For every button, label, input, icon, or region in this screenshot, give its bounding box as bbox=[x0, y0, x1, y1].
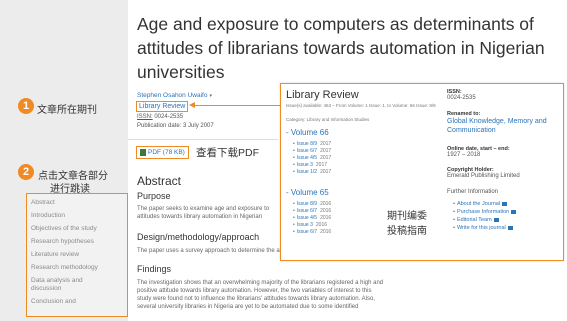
issue-label[interactable]: Issue 6/7 bbox=[297, 208, 317, 214]
issue-label[interactable]: Issue 6/7 bbox=[297, 229, 317, 235]
divider bbox=[128, 139, 278, 140]
findings-text-1: The investigation shows that an overwhel… bbox=[137, 280, 384, 286]
nav-item-literature[interactable]: Literature review bbox=[31, 251, 79, 259]
external-link-icon bbox=[493, 217, 499, 222]
further-info-label: Further Information bbox=[447, 189, 499, 195]
popup-issn: ISSN: 0024-2535 bbox=[447, 89, 476, 101]
nav-item-data-analysis[interactable]: Data analysis and bbox=[31, 277, 83, 285]
purpose-text-1: The paper seeks to examine age and expos… bbox=[137, 206, 270, 212]
nav-item-hypotheses[interactable]: Research hypotheses bbox=[31, 238, 94, 246]
write-for-journal-link[interactable]: Write for this journal bbox=[453, 225, 513, 231]
publication-date: Publication date: 3 July 2007 bbox=[137, 123, 214, 129]
popup-renamed: Renamed to: Global Knowledge, Memory and… bbox=[447, 111, 559, 135]
external-link-icon bbox=[502, 201, 508, 206]
issue-label[interactable]: Issue 3 bbox=[297, 222, 313, 228]
section-nav: Abstract Introduction Objectives of the … bbox=[26, 193, 128, 317]
issue-year: 2016 bbox=[320, 229, 332, 235]
issue-year: 2016 bbox=[320, 201, 332, 207]
popup-category: Category: Library and Information Studie… bbox=[286, 117, 370, 122]
issue-link[interactable]: Issue 32016 bbox=[293, 222, 327, 229]
annotation-badge-2: 2 bbox=[18, 164, 34, 180]
annotation-editorial-line2: 投稿指南 bbox=[387, 226, 427, 237]
issn-label[interactable]: ISSN: bbox=[137, 114, 153, 120]
volume-66-toggle[interactable]: - Volume 66 bbox=[286, 128, 329, 137]
issue-link[interactable]: Issue 8/92017 bbox=[293, 141, 331, 148]
article-title: Age and exposure to computers as determi… bbox=[137, 14, 545, 82]
renamed-journal-link[interactable]: Global Knowledge, Memory and Communicati… bbox=[447, 117, 559, 135]
about-journal-label[interactable]: About the Journal bbox=[457, 201, 500, 207]
issue-label[interactable]: Issue 4/5 bbox=[297, 215, 317, 221]
pdf-label[interactable]: PDF (78 KB) bbox=[148, 149, 185, 156]
nav-item-methodology[interactable]: Research methodology bbox=[31, 264, 98, 272]
chevron-down-icon[interactable]: ▾ bbox=[209, 93, 212, 99]
popup-issn-value: 0024-2535 bbox=[447, 95, 476, 101]
annotation-badge-1: 1 bbox=[18, 98, 34, 114]
write-for-journal-label[interactable]: Write for this journal bbox=[457, 225, 506, 231]
nav-item-data-analysis-cont[interactable]: discussion bbox=[31, 285, 61, 293]
issue-link[interactable]: Issue 6/72017 bbox=[293, 148, 331, 155]
issue-year: 2017 bbox=[320, 155, 332, 161]
findings-text-3: study were found not to influence the li… bbox=[137, 296, 375, 302]
findings-text-4: several university libraries in Nigeria … bbox=[137, 304, 359, 310]
issue-label[interactable]: Issue 1/2 bbox=[297, 169, 317, 175]
nav-item-abstract[interactable]: Abstract bbox=[31, 199, 55, 207]
connector-line bbox=[194, 105, 280, 107]
editorial-team-label[interactable]: Editorial Team bbox=[457, 217, 492, 223]
issue-year: 2016 bbox=[315, 222, 328, 228]
author-name[interactable]: Stephen Osahon Uwaifo bbox=[137, 92, 207, 99]
issue-link[interactable]: Issue 6/72016 bbox=[293, 208, 331, 215]
issue-label[interactable]: Issue 3 bbox=[297, 162, 313, 168]
volume-65-toggle[interactable]: - Volume 65 bbox=[286, 188, 329, 197]
pdf-download-button[interactable]: PDF (78 KB) bbox=[136, 146, 189, 159]
editorial-team-link[interactable]: Editorial Team bbox=[453, 217, 499, 223]
nav-item-conclusion[interactable]: Conclusion and bbox=[31, 298, 76, 306]
annotation-editorial-line1: 期刊编委 bbox=[387, 211, 427, 222]
issue-link[interactable]: Issue 6/72016 bbox=[293, 229, 331, 236]
issue-link[interactable]: Issue 4/52016 bbox=[293, 215, 331, 222]
issue-link[interactable]: Issue 1/22017 bbox=[293, 169, 331, 176]
issue-year: 2016 bbox=[320, 215, 332, 221]
findings-heading: Findings bbox=[137, 264, 172, 274]
purpose-text-2: attitudes towards library automation in … bbox=[137, 214, 263, 220]
issue-label[interactable]: Issue 4/5 bbox=[297, 155, 317, 161]
issue-year: 2017 bbox=[320, 148, 332, 154]
issue-label[interactable]: Issue 8/9 bbox=[297, 141, 317, 147]
issue-link[interactable]: Issue 4/52017 bbox=[293, 155, 331, 162]
nav-item-introduction[interactable]: Introduction bbox=[31, 212, 65, 220]
journal-link[interactable]: Library Review bbox=[136, 101, 189, 112]
annotation-journal-label: 文章所在期刊 bbox=[37, 105, 97, 116]
issue-link[interactable]: Issue 8/92016 bbox=[293, 201, 331, 208]
popup-copyright: Copyright Holder: Emerald Publishing Lim… bbox=[447, 167, 520, 179]
issue-year: 2017 bbox=[320, 141, 332, 147]
copyright-value: Emerald Publishing Limited bbox=[447, 173, 520, 179]
pdf-icon bbox=[140, 148, 146, 156]
article-issn: ISSN: 0024-2535 bbox=[137, 113, 183, 121]
purchase-info-link[interactable]: Purchase Information bbox=[453, 209, 517, 215]
nav-item-objectives[interactable]: Objectives of the study bbox=[31, 225, 97, 233]
issue-year: 2017 bbox=[320, 169, 332, 175]
about-journal-link[interactable]: About the Journal bbox=[453, 201, 508, 207]
issue-year: 2016 bbox=[320, 208, 332, 214]
abstract-heading: Abstract bbox=[137, 174, 182, 188]
popup-online-date: Online date, start – end: 1927 – 2018 bbox=[447, 146, 510, 158]
external-link-icon bbox=[507, 225, 513, 230]
online-date-value: 1927 – 2018 bbox=[447, 152, 481, 158]
annotation-download-pdf: 查看下载PDF bbox=[196, 147, 259, 159]
author-link[interactable]: Stephen Osahon Uwaifo ▾ bbox=[137, 92, 212, 99]
design-heading: Design/methodology/approach bbox=[137, 232, 260, 242]
issue-label[interactable]: Issue 6/7 bbox=[297, 148, 317, 154]
purpose-heading: Purpose bbox=[137, 191, 171, 201]
connector-arrow-icon bbox=[189, 102, 195, 108]
purchase-info-label[interactable]: Purchase Information bbox=[457, 209, 509, 215]
popup-title[interactable]: Library Review bbox=[286, 89, 359, 101]
issue-year: 2017 bbox=[315, 162, 328, 168]
issue-label[interactable]: Issue 8/9 bbox=[297, 201, 317, 207]
findings-text-2: positive attitude towards library automa… bbox=[137, 288, 372, 294]
further-info-heading: Further Information bbox=[447, 189, 498, 195]
issue-link[interactable]: Issue 32017 bbox=[293, 162, 327, 169]
external-link-icon bbox=[511, 209, 517, 214]
issn-value: 0024-2535 bbox=[154, 114, 184, 120]
popup-subtitle: Issue(s) available: 463 – From Volume: 1… bbox=[286, 103, 436, 108]
